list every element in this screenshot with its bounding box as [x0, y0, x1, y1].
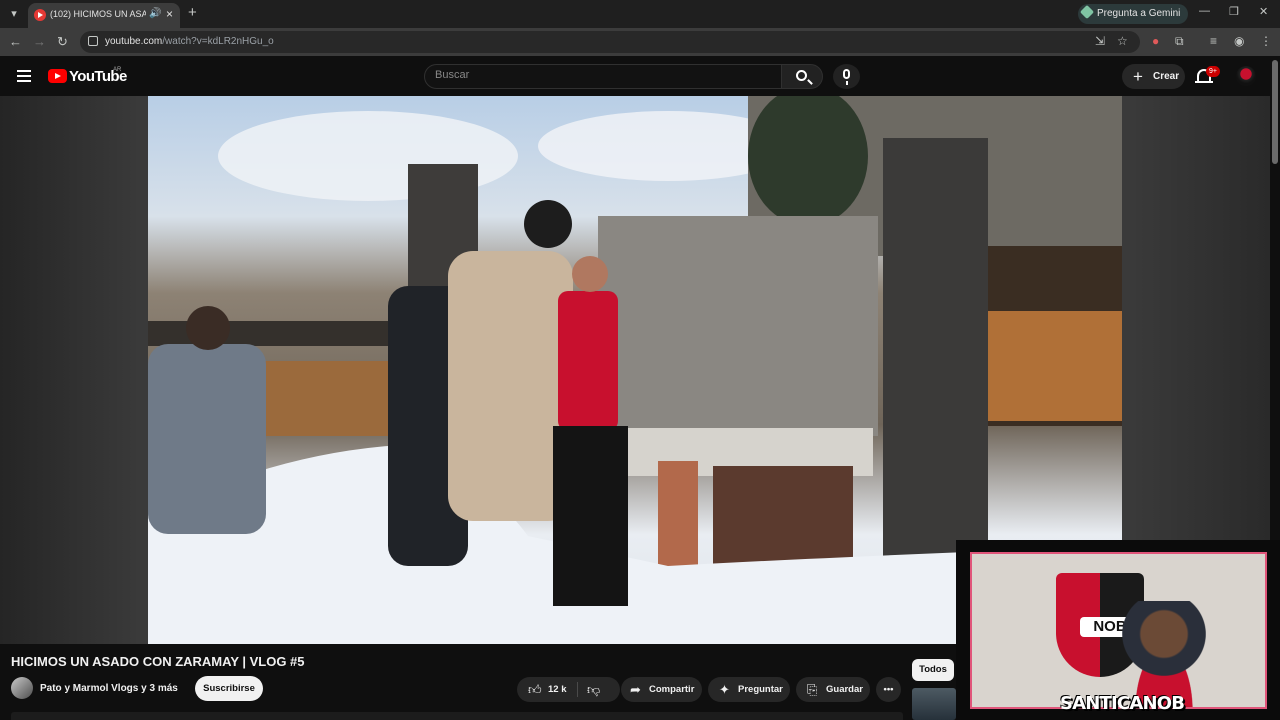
- create-label: Crear: [1153, 71, 1180, 82]
- save-icon: ⎘: [807, 682, 818, 697]
- webcam-frame: NOB: [970, 552, 1267, 709]
- tab-title: (102) HICIMOS UN ASADO: [50, 9, 146, 19]
- site-info-icon[interactable]: [88, 36, 98, 46]
- share-icon: ➦: [630, 682, 641, 697]
- create-button[interactable]: + Crear: [1122, 64, 1185, 89]
- gemini-label: Pregunta a Gemini: [1097, 8, 1181, 19]
- ask-button[interactable]: ✦ Preguntar: [708, 677, 790, 702]
- region-code: AR: [113, 67, 122, 73]
- window-close-icon[interactable]: ✕: [1259, 5, 1268, 18]
- gemini-button[interactable]: Pregunta a Gemini: [1078, 4, 1189, 24]
- browser-tab-strip: ▾ (102) HICIMOS UN ASADO 🔊 × + Pregunta …: [0, 0, 1280, 28]
- filter-chip-all[interactable]: Todos: [912, 659, 954, 681]
- new-tab-icon[interactable]: +: [188, 5, 197, 21]
- related-video-thumbnail[interactable]: [912, 688, 956, 720]
- forward-icon[interactable]: →: [33, 34, 46, 50]
- url-path: /watch?v=kdLR2nHGu_o: [162, 36, 274, 47]
- ask-label: Preguntar: [738, 684, 783, 695]
- notification-badge: 9+: [1206, 66, 1220, 77]
- scrollbar-thumb[interactable]: [1272, 60, 1278, 164]
- profile-icon[interactable]: ◉: [1234, 34, 1244, 48]
- mic-icon: [843, 69, 850, 85]
- save-label: Guardar: [826, 684, 863, 695]
- bookmark-star-icon[interactable]: ☆: [1117, 34, 1128, 48]
- youtube-favicon-icon: [34, 9, 46, 21]
- minimize-icon[interactable]: —: [1199, 5, 1210, 17]
- subscribe-button[interactable]: Suscribirse: [195, 676, 263, 701]
- address-bar[interactable]: youtube.com/watch?v=kdLR2nHGu_o ⇲ ☆: [80, 31, 1140, 53]
- extension-icon[interactable]: ●: [1152, 34, 1159, 48]
- browser-toolbar: ← → ↻ youtube.com/watch?v=kdLR2nHGu_o ⇲ …: [0, 28, 1280, 56]
- extensions-puzzle-icon[interactable]: ⧉: [1175, 34, 1184, 49]
- install-app-icon[interactable]: ⇲: [1095, 34, 1105, 48]
- share-label: Compartir: [649, 684, 695, 695]
- like-count[interactable]: 12 k: [548, 677, 567, 702]
- browser-tab-active[interactable]: (102) HICIMOS UN ASADO 🔊 ×: [28, 3, 180, 28]
- browser-menu-icon[interactable]: ⋮: [1260, 34, 1272, 48]
- more-icon: •••: [883, 684, 894, 695]
- more-actions-button[interactable]: •••: [876, 677, 901, 702]
- search-icon: [796, 70, 807, 81]
- tab-close-icon[interactable]: ×: [166, 7, 173, 21]
- gemini-icon: [1079, 4, 1095, 20]
- like-dislike-group: 👍︎ 12 k 👎︎: [517, 677, 620, 702]
- youtube-logo-icon[interactable]: [48, 69, 67, 83]
- dislike-icon[interactable]: 👎︎: [587, 677, 600, 702]
- plus-icon: +: [1133, 67, 1143, 86]
- reload-icon[interactable]: ↻: [57, 34, 68, 50]
- restore-icon[interactable]: ❐: [1229, 5, 1239, 18]
- youtube-header: YouTube AR +Crear 9+: [0, 56, 1280, 96]
- search-button[interactable]: [781, 64, 823, 89]
- description-box[interactable]: [11, 712, 903, 720]
- url-host: youtube.com: [105, 36, 163, 47]
- search-input[interactable]: [435, 69, 765, 81]
- avatar[interactable]: [1236, 66, 1256, 86]
- channel-avatar[interactable]: [11, 677, 33, 699]
- like-icon[interactable]: 👍︎: [528, 677, 542, 702]
- url-text[interactable]: youtube.com/watch?v=kdLR2nHGu_o: [105, 36, 274, 47]
- streamer-name: SANTICANOB: [1060, 693, 1185, 714]
- channel-name[interactable]: Pato y Marmol Vlogs y 3 más: [40, 683, 178, 694]
- media-controls-icon[interactable]: ≡: [1210, 34, 1217, 48]
- like-divider: [577, 682, 578, 697]
- sparkle-icon: ✦: [719, 682, 730, 697]
- share-button[interactable]: ➦ Compartir: [621, 677, 702, 702]
- menu-icon[interactable]: [17, 70, 31, 82]
- audio-playing-icon[interactable]: 🔊: [149, 8, 161, 19]
- back-icon[interactable]: ←: [9, 34, 22, 50]
- video-title: HICIMOS UN ASADO CON ZARAMAY | VLOG #5: [11, 654, 305, 669]
- tab-search-icon[interactable]: ▾: [6, 6, 22, 22]
- voice-search-button[interactable]: [833, 64, 860, 89]
- save-button[interactable]: ⎘ Guardar: [796, 677, 870, 702]
- search-box[interactable]: [424, 64, 782, 89]
